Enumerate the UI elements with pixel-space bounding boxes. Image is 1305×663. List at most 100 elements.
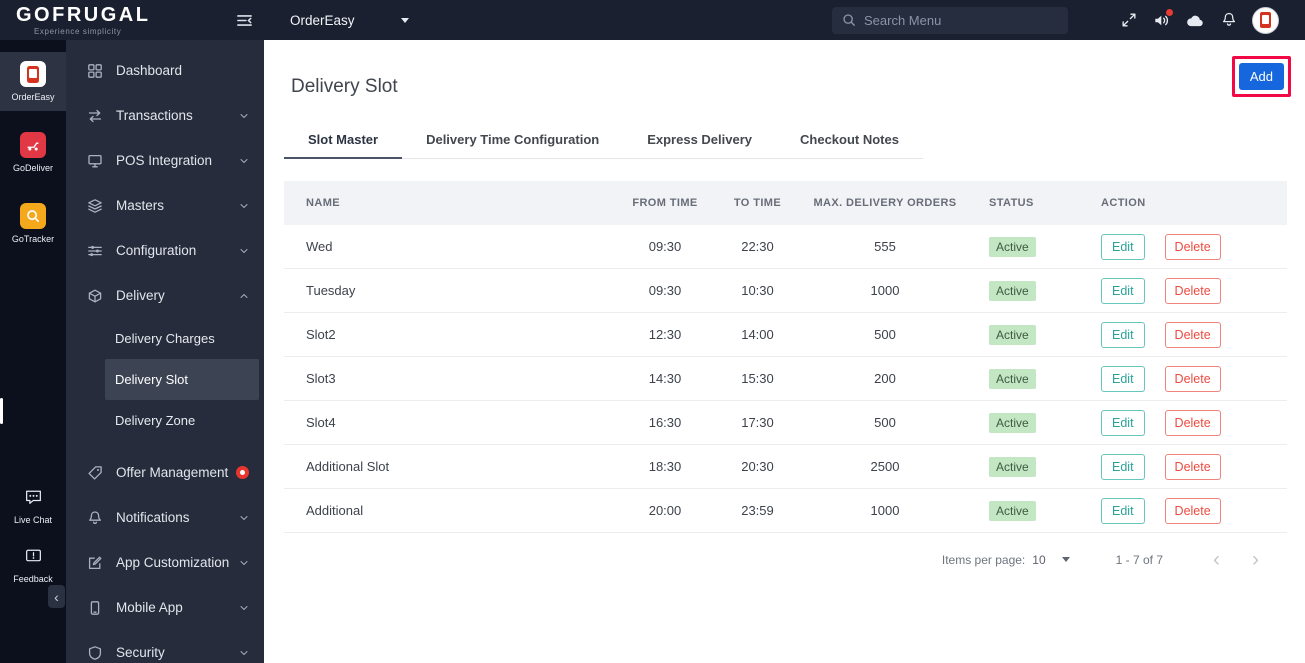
sidebar-item-label: Mobile App bbox=[116, 600, 183, 615]
sidebar-subitem-delivery-zone[interactable]: Delivery Zone bbox=[66, 400, 264, 441]
delete-button[interactable]: Delete bbox=[1164, 365, 1221, 392]
gotracker-app-icon bbox=[20, 203, 46, 229]
status-badge: Active bbox=[989, 324, 1036, 345]
cell-from-time: 16:30 bbox=[648, 415, 682, 430]
sidebar-item-transactions[interactable]: Transactions bbox=[66, 93, 264, 138]
cell-name: Slot2 bbox=[306, 327, 336, 342]
sidebar-item-app-customization[interactable]: App Customization bbox=[66, 540, 264, 585]
edit-button[interactable]: Edit bbox=[1101, 497, 1145, 524]
delete-button[interactable]: Delete bbox=[1164, 497, 1221, 524]
sidebar-item-masters[interactable]: Masters bbox=[66, 183, 264, 228]
column-header-action: ACTION bbox=[1101, 197, 1146, 209]
pagination-bar: Items per page: 10 1 - 7 of 7 ‹ › bbox=[284, 549, 1287, 570]
alert-dot bbox=[1166, 8, 1173, 16]
cell-max-orders: 2500 bbox=[870, 459, 900, 474]
tab-checkout-notes[interactable]: Checkout Notes bbox=[776, 124, 923, 158]
column-header-status: STATUS bbox=[989, 197, 1034, 209]
cell-max-orders: 555 bbox=[874, 239, 896, 254]
tabs: Slot Master Delivery Time Configuration Ex… bbox=[284, 124, 923, 159]
menu-toggle-icon[interactable] bbox=[235, 11, 254, 30]
table-row: Slot2 12:30 14:00 500 Active Edit Delete bbox=[284, 313, 1287, 357]
app-selector-dropdown[interactable]: OrderEasy bbox=[290, 13, 409, 28]
sidebar-item-mobile-app[interactable]: Mobile App bbox=[66, 585, 264, 630]
edit-button[interactable]: Edit bbox=[1101, 409, 1145, 436]
collapse-rail-button[interactable]: ‹ bbox=[48, 585, 65, 608]
body-row: OrderEasy GoDeliver GoTracker Live Chat … bbox=[0, 40, 1305, 663]
search-menu-box[interactable] bbox=[832, 6, 1068, 34]
delete-button[interactable]: Delete bbox=[1164, 233, 1221, 260]
sidebar-item-pos-integration[interactable]: POS Integration bbox=[66, 138, 264, 183]
page-header: Delivery Slot bbox=[284, 40, 1287, 98]
app-root: GOFRUGAL Experience simplicity OrderEasy bbox=[0, 0, 1305, 663]
sidebar-subitem-delivery-slot[interactable]: Delivery Slot bbox=[105, 359, 259, 400]
next-page-button[interactable]: › bbox=[1252, 549, 1259, 570]
rail-item-gotracker[interactable]: GoTracker bbox=[0, 194, 66, 253]
offer-notification-badge bbox=[236, 466, 250, 479]
cell-status: Active bbox=[969, 280, 1079, 301]
status-badge: Active bbox=[989, 456, 1036, 477]
tab-express-delivery[interactable]: Express Delivery bbox=[623, 124, 776, 158]
app-rail: OrderEasy GoDeliver GoTracker Live Chat … bbox=[0, 40, 66, 663]
edit-button[interactable]: Edit bbox=[1101, 277, 1145, 304]
cell-name: Tuesday bbox=[306, 283, 356, 298]
column-header-name: NAME bbox=[306, 197, 340, 209]
rail-item-godeliver[interactable]: GoDeliver bbox=[0, 123, 66, 182]
feedback-icon bbox=[24, 547, 43, 571]
column-header-to-time: TO TIME bbox=[733, 197, 782, 209]
cell-name: Additional Slot bbox=[306, 459, 390, 474]
delete-button[interactable]: Delete bbox=[1164, 277, 1221, 304]
cell-max-orders: 500 bbox=[874, 327, 896, 342]
cell-to-time: 15:30 bbox=[741, 371, 774, 386]
chevron-down-icon bbox=[238, 602, 250, 614]
sidebar-item-security[interactable]: Security bbox=[66, 630, 264, 663]
sidebar-item-dashboard[interactable]: Dashboard bbox=[66, 48, 264, 93]
dashboard-icon bbox=[87, 63, 103, 79]
items-per-page-value: 10 bbox=[1032, 552, 1046, 567]
edit-button[interactable]: Edit bbox=[1101, 233, 1145, 260]
chevron-down-icon bbox=[238, 110, 250, 122]
cell-to-time: 23:59 bbox=[741, 503, 774, 518]
items-per-page-select[interactable]: 10 bbox=[1032, 552, 1070, 567]
cell-from-time: 09:30 bbox=[648, 283, 682, 298]
sidebar-item-delivery[interactable]: Delivery bbox=[66, 273, 264, 318]
sidebar-item-label: Notifications bbox=[116, 510, 190, 525]
configuration-icon bbox=[87, 243, 103, 259]
cell-to-time: 17:30 bbox=[741, 415, 774, 430]
add-button-highlight: Add bbox=[1231, 56, 1291, 97]
cell-status: Active bbox=[969, 456, 1079, 477]
add-button[interactable]: Add bbox=[1238, 63, 1284, 90]
rail-item-label: Live Chat bbox=[13, 515, 53, 525]
main-content: Delivery Slot Add Slot Master Delivery Ti… bbox=[264, 40, 1305, 663]
rail-item-live-chat[interactable]: Live Chat bbox=[0, 483, 66, 530]
search-input[interactable] bbox=[864, 12, 1058, 28]
tab-slot-master[interactable]: Slot Master bbox=[284, 124, 403, 159]
delete-button[interactable]: Delete bbox=[1164, 409, 1221, 436]
previous-page-button[interactable]: ‹ bbox=[1213, 549, 1220, 570]
edit-button[interactable]: Edit bbox=[1101, 321, 1145, 348]
delete-button[interactable]: Delete bbox=[1164, 321, 1221, 348]
rail-item-label: GoDeliver bbox=[12, 163, 53, 173]
pos-integration-icon bbox=[87, 153, 103, 169]
cell-max-orders: 1000 bbox=[870, 283, 900, 298]
sidebar-item-offer-management[interactable]: Offer Management bbox=[66, 450, 264, 495]
fullscreen-icon[interactable] bbox=[1120, 11, 1138, 29]
whats-new-icon[interactable] bbox=[1152, 8, 1173, 30]
left-edge-indicator bbox=[0, 398, 3, 424]
rail-item-feedback[interactable]: Feedback bbox=[0, 542, 66, 589]
brand-logo: GOFRUGAL Experience simplicity bbox=[16, 5, 150, 36]
topbar: GOFRUGAL Experience simplicity OrderEasy bbox=[0, 0, 1305, 40]
notifications-bell-icon[interactable] bbox=[1220, 11, 1238, 29]
cell-name: Wed bbox=[306, 239, 333, 254]
delete-button[interactable]: Delete bbox=[1164, 453, 1221, 480]
edit-button[interactable]: Edit bbox=[1101, 365, 1145, 392]
sidebar-item-notifications[interactable]: Notifications bbox=[66, 495, 264, 540]
cloud-sync-icon[interactable] bbox=[1185, 13, 1206, 28]
godeliver-app-icon bbox=[20, 132, 46, 158]
rail-item-ordereasy[interactable]: OrderEasy bbox=[0, 52, 66, 111]
tab-delivery-time-configuration[interactable]: Delivery Time Configuration bbox=[402, 124, 623, 158]
sidebar-subitem-delivery-charges[interactable]: Delivery Charges bbox=[66, 318, 264, 359]
sidebar-item-label: Dashboard bbox=[116, 63, 183, 78]
profile-avatar[interactable] bbox=[1252, 6, 1279, 34]
edit-button[interactable]: Edit bbox=[1101, 453, 1145, 480]
sidebar-item-configuration[interactable]: Configuration bbox=[66, 228, 264, 273]
